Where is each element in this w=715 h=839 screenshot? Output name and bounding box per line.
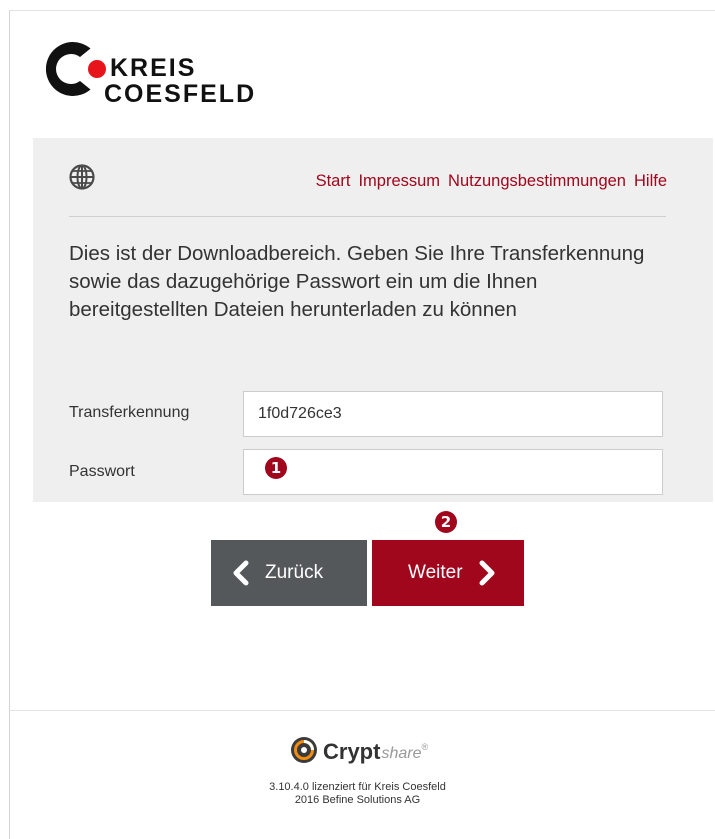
logo-text-coesfeld: COESFELD [104, 80, 256, 108]
cryptshare-wordmark-light: share [381, 744, 422, 762]
back-button[interactable]: Zurück [211, 540, 367, 606]
logo-text-kreis: KREIS [110, 54, 196, 82]
nav-divider [69, 216, 666, 217]
password-label: Passwort [69, 463, 135, 480]
password-input[interactable] [243, 449, 663, 495]
copyright-line: 2016 Befine Solutions AG [294, 794, 421, 806]
nav-link-start[interactable]: Start [316, 172, 351, 191]
footer-divider [9, 710, 715, 711]
top-nav: Start Impressum Nutzungsbestimmungen Hil… [316, 172, 667, 191]
globe-icon[interactable] [69, 164, 95, 190]
nav-link-impressum[interactable]: Impressum [358, 172, 440, 191]
step-marker-2: 2 [435, 511, 457, 533]
cryptshare-icon [290, 736, 318, 769]
page-left-border [0, 0, 10, 839]
footer-text: 3.10.4.0 lizenziert für Kreis Coesfeld 2… [0, 781, 715, 807]
back-button-label: Zurück [265, 562, 324, 583]
nav-link-hilfe[interactable]: Hilfe [634, 172, 667, 191]
step-marker-1: 1 [265, 457, 287, 479]
chevron-left-icon [231, 560, 251, 586]
login-panel: Start Impressum Nutzungsbestimmungen Hil… [33, 138, 713, 502]
page-top-border [9, 0, 715, 11]
nav-link-nutzungsbestimmungen[interactable]: Nutzungsbestimmungen [448, 172, 626, 191]
transfer-id-label: Transferkennung [69, 404, 190, 421]
next-button[interactable]: Weiter [372, 540, 524, 606]
next-button-label: Weiter [408, 562, 463, 583]
cryptshare-logo: Crypt share ® [290, 736, 429, 769]
transfer-id-input[interactable] [243, 391, 663, 437]
intro-text: Dies ist der Downloadbereich. Geben Sie … [69, 242, 645, 321]
kreis-coesfeld-logo: KREIS COESFELD [36, 33, 296, 113]
cryptshare-wordmark-strong: Crypt [323, 739, 381, 764]
registered-mark: ® [421, 742, 429, 752]
chevron-right-icon [477, 560, 497, 586]
license-line: 3.10.4.0 lizenziert für Kreis Coesfeld [269, 781, 446, 793]
